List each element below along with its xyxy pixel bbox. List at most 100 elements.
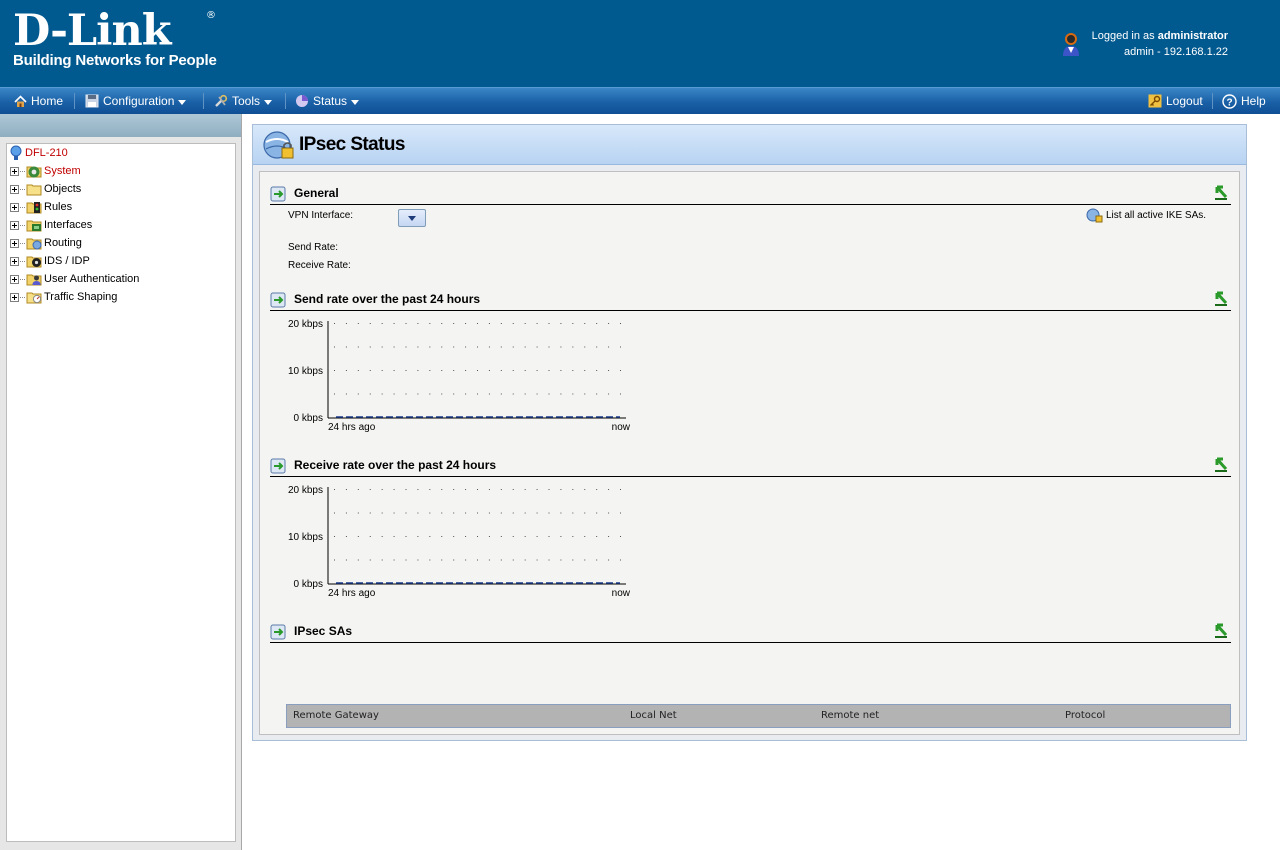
expand-icon[interactable] bbox=[10, 220, 19, 230]
ids-folder-icon bbox=[26, 256, 42, 268]
grid-dot bbox=[524, 536, 526, 537]
chevron-down-icon bbox=[351, 99, 360, 105]
expand-icon[interactable] bbox=[10, 166, 19, 176]
grid-dot bbox=[417, 536, 419, 537]
tree-item-interfaces[interactable]: Interfaces bbox=[7, 216, 92, 234]
nav-configuration[interactable]: Configuration bbox=[85, 88, 187, 114]
user-folder-icon bbox=[26, 274, 42, 286]
grid-dot bbox=[453, 536, 455, 537]
nav-help[interactable]: ? Help bbox=[1222, 88, 1266, 114]
tree-item-user-authentication[interactable]: User Authentication bbox=[7, 270, 139, 288]
refresh-icon[interactable] bbox=[1214, 185, 1228, 200]
grid-dot bbox=[453, 346, 455, 348]
session-info: admin - 192.168.1.22 bbox=[1124, 46, 1228, 58]
tree-item-traffic-shaping[interactable]: Traffic Shaping bbox=[7, 288, 117, 306]
column-header-remote-net[interactable]: Remote net bbox=[821, 710, 879, 721]
grid-dot bbox=[393, 489, 395, 490]
interfaces-folder-icon bbox=[26, 220, 42, 232]
grid-dot bbox=[417, 370, 419, 371]
grid-dot bbox=[381, 559, 383, 561]
section-general: General bbox=[270, 181, 1231, 205]
column-header-protocol[interactable]: Protocol bbox=[1065, 710, 1105, 721]
y-tick-label: 0 kbps bbox=[294, 413, 323, 424]
login-info: Logged in as administrator admin - 192.1… bbox=[1092, 28, 1228, 60]
column-header-local-net[interactable]: Local Net bbox=[630, 710, 677, 721]
nav-home[interactable]: Home bbox=[14, 88, 63, 114]
grid-dot bbox=[608, 393, 610, 395]
grid-dot bbox=[381, 393, 383, 395]
grid-dot bbox=[345, 323, 347, 324]
grid-dot bbox=[441, 512, 443, 514]
grid-dot bbox=[477, 489, 478, 490]
grid-dot bbox=[345, 512, 347, 514]
logged-in-prefix: Logged in as bbox=[1091, 30, 1158, 42]
y-tick-label: 10 kbps bbox=[288, 532, 323, 543]
grid-dot bbox=[381, 489, 383, 490]
vpn-interface-select[interactable] bbox=[398, 209, 426, 227]
vpn-interface-label: VPN Interface: bbox=[288, 210, 354, 221]
grid-dot bbox=[393, 346, 395, 348]
expand-icon[interactable] bbox=[10, 238, 19, 248]
send-rate-label: Send Rate: bbox=[288, 242, 339, 253]
grid-dot bbox=[536, 489, 538, 490]
tree-item-objects[interactable]: Objects bbox=[7, 180, 81, 198]
expand-icon[interactable] bbox=[10, 202, 19, 212]
grid-dot bbox=[393, 536, 395, 537]
column-header-remote-gateway[interactable]: Remote Gateway bbox=[293, 710, 379, 721]
grid-dot bbox=[441, 346, 443, 348]
grid-dot bbox=[620, 512, 621, 514]
grid-dot bbox=[572, 370, 574, 371]
grid-dot bbox=[357, 370, 359, 371]
grid-dot bbox=[524, 489, 526, 490]
refresh-icon[interactable] bbox=[1214, 291, 1228, 306]
username: administrator bbox=[1157, 30, 1228, 42]
grid-dot bbox=[345, 559, 347, 561]
section-title: Receive rate over the past 24 hours bbox=[294, 458, 497, 472]
section-arrow-icon bbox=[270, 186, 286, 202]
list-ike-sas-link[interactable]: List all active IKE SAs. bbox=[1086, 208, 1206, 223]
tree-item-system[interactable]: System bbox=[7, 162, 81, 180]
grid-dot bbox=[560, 393, 562, 395]
tree-item-routing[interactable]: Routing bbox=[7, 234, 82, 252]
expand-icon[interactable] bbox=[10, 256, 19, 266]
grid-dot bbox=[584, 489, 586, 490]
grid-dot bbox=[405, 489, 407, 490]
grid-dot bbox=[560, 559, 562, 561]
nav-logout[interactable]: Logout bbox=[1148, 88, 1203, 114]
grid-dot bbox=[393, 559, 395, 561]
expand-icon[interactable] bbox=[10, 274, 19, 284]
expand-icon[interactable] bbox=[10, 292, 19, 302]
tree-item-rules[interactable]: Rules bbox=[7, 198, 72, 216]
nav-configuration-label: Configuration bbox=[103, 94, 175, 108]
grid-dot bbox=[345, 536, 347, 537]
nav-tools[interactable]: Tools bbox=[214, 88, 273, 114]
refresh-icon[interactable] bbox=[1214, 457, 1228, 472]
tree-root-device[interactable]: DFL-210 bbox=[9, 144, 68, 162]
section-arrow-icon bbox=[270, 458, 286, 474]
grid-dot bbox=[393, 370, 395, 371]
grid-dot bbox=[608, 489, 610, 490]
grid-dot bbox=[465, 536, 467, 537]
grid-dot bbox=[405, 536, 407, 537]
grid-dot bbox=[429, 323, 431, 324]
grid-dot bbox=[465, 559, 467, 561]
refresh-icon[interactable] bbox=[1214, 623, 1228, 638]
routing-folder-icon bbox=[26, 238, 42, 250]
grid-dot bbox=[369, 536, 371, 537]
grid-dot bbox=[620, 559, 621, 561]
nav-separator bbox=[1212, 93, 1213, 109]
grid-dot bbox=[536, 323, 538, 324]
grid-dot bbox=[405, 559, 407, 561]
grid-dot bbox=[441, 323, 443, 324]
nav-tools-label: Tools bbox=[232, 94, 261, 108]
tree-item-ids-idp[interactable]: IDS / IDP bbox=[7, 252, 90, 270]
grid-dot bbox=[572, 512, 574, 514]
grid-dot bbox=[536, 393, 538, 395]
section-receive-rate: Receive rate over the past 24 hours bbox=[270, 453, 1231, 477]
grid-dot bbox=[381, 370, 383, 371]
nav-status[interactable]: Status bbox=[295, 88, 360, 114]
section-arrow-icon bbox=[270, 624, 286, 640]
grid-dot bbox=[405, 323, 407, 324]
tree-root-label: DFL-210 bbox=[25, 147, 68, 159]
expand-icon[interactable] bbox=[10, 184, 19, 194]
